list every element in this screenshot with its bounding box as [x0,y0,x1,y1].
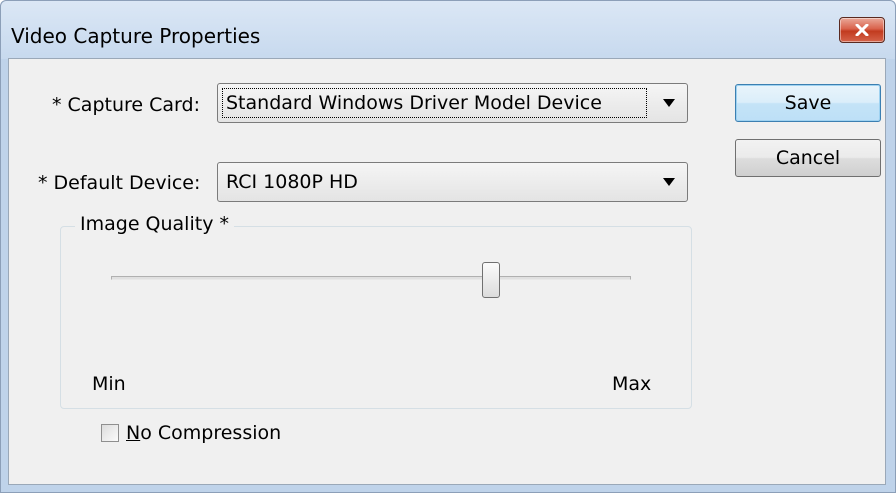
title-bar[interactable]: Video Capture Properties [1,1,895,59]
quality-slider-thumb[interactable] [481,262,500,298]
capture-card-label: * Capture Card: [52,94,200,116]
mnemonic-letter: N [126,422,141,444]
default-device-dropdown[interactable]: RCI 1080P HD [217,162,688,202]
window-title: Video Capture Properties [11,24,261,48]
chevron-down-icon [663,178,675,186]
focus-rectangle [222,88,647,118]
capture-card-dropdown[interactable]: Standard Windows Driver Model Device [217,83,688,123]
slider-min-label: Min [92,373,126,395]
slider-max-label: Max [612,373,652,395]
default-device-label: * Default Device: [38,172,201,194]
close-button[interactable] [839,17,885,43]
close-icon [855,24,869,36]
image-quality-title: Image Quality * [75,213,234,235]
quality-slider-track[interactable] [111,276,631,280]
no-compression-checkbox[interactable] [101,424,119,442]
no-compression-label-rest: o Compression [140,422,282,444]
chevron-down-icon [663,99,675,107]
save-button[interactable]: Save [735,84,881,122]
cancel-button[interactable]: Cancel [735,139,881,177]
image-quality-group [60,226,692,409]
default-device-value: RCI 1080P HD [226,171,358,193]
no-compression-label[interactable]: No Compression [126,422,281,444]
